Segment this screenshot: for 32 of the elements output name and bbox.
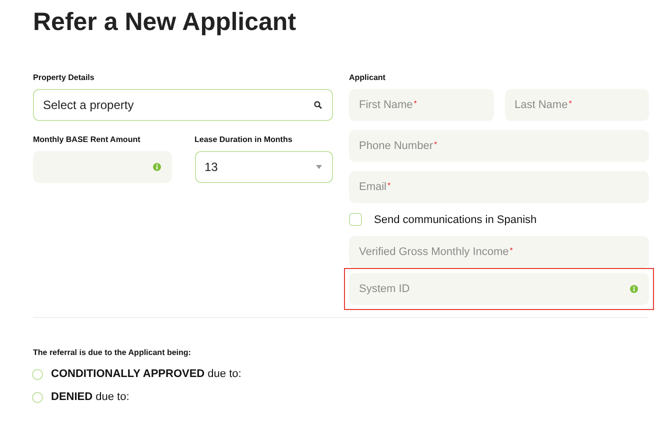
input-field[interactable]: First Name$^{*}$ (349, 89, 494, 121)
input-field[interactable]: System ID (349, 273, 649, 305)
lease-dropdown[interactable]: 13 (194, 151, 333, 183)
checkbox-label: Send communications in Spanish (374, 214, 537, 226)
page-title: Refer a New Applicant (33, 8, 298, 37)
radio-button[interactable] (32, 368, 43, 380)
input-field[interactable]: Phone Number$^{*}$ (349, 130, 649, 162)
input-field[interactable]: Verified Gross Monthly Income$^{*}$ (349, 236, 649, 268)
caret-icon (316, 165, 322, 169)
placeholder-text: Email$^{*}$ (359, 181, 391, 193)
info-icon (152, 163, 160, 171)
placeholder-text: Select a property (43, 98, 134, 112)
placeholder-text: System ID (359, 283, 410, 295)
placeholder-text: Phone Number$^{*}$ (359, 140, 438, 152)
radio-label: CONDITIONALLY APPROVED due to: (51, 368, 242, 380)
input-field[interactable]: Email$^{*}$ (349, 171, 649, 203)
input-field[interactable]: Last Name$^{*}$ (504, 89, 649, 121)
search-icon (314, 101, 322, 109)
rent-field[interactable] (33, 151, 172, 183)
radio-button[interactable] (32, 392, 43, 402)
property-search-field[interactable]: Select a property (33, 89, 333, 121)
radio-label: DENIED due to: (51, 391, 130, 403)
field-label: Lease Duration in Months (194, 135, 294, 144)
info-icon (630, 285, 638, 293)
placeholder-text: First Name$^{*}$ (359, 99, 417, 111)
checkbox[interactable] (349, 213, 362, 226)
placeholder-text: Last Name$^{*}$ (514, 99, 572, 111)
section-heading: The referral is due to the Applicant being: (33, 348, 192, 357)
field-label: Monthly BASE Rent Amount (33, 135, 142, 144)
section-heading: Property Details (33, 73, 96, 82)
placeholder-text: Verified Gross Monthly Income$^{*}$ (359, 246, 513, 258)
section-heading: Applicant (349, 73, 386, 82)
